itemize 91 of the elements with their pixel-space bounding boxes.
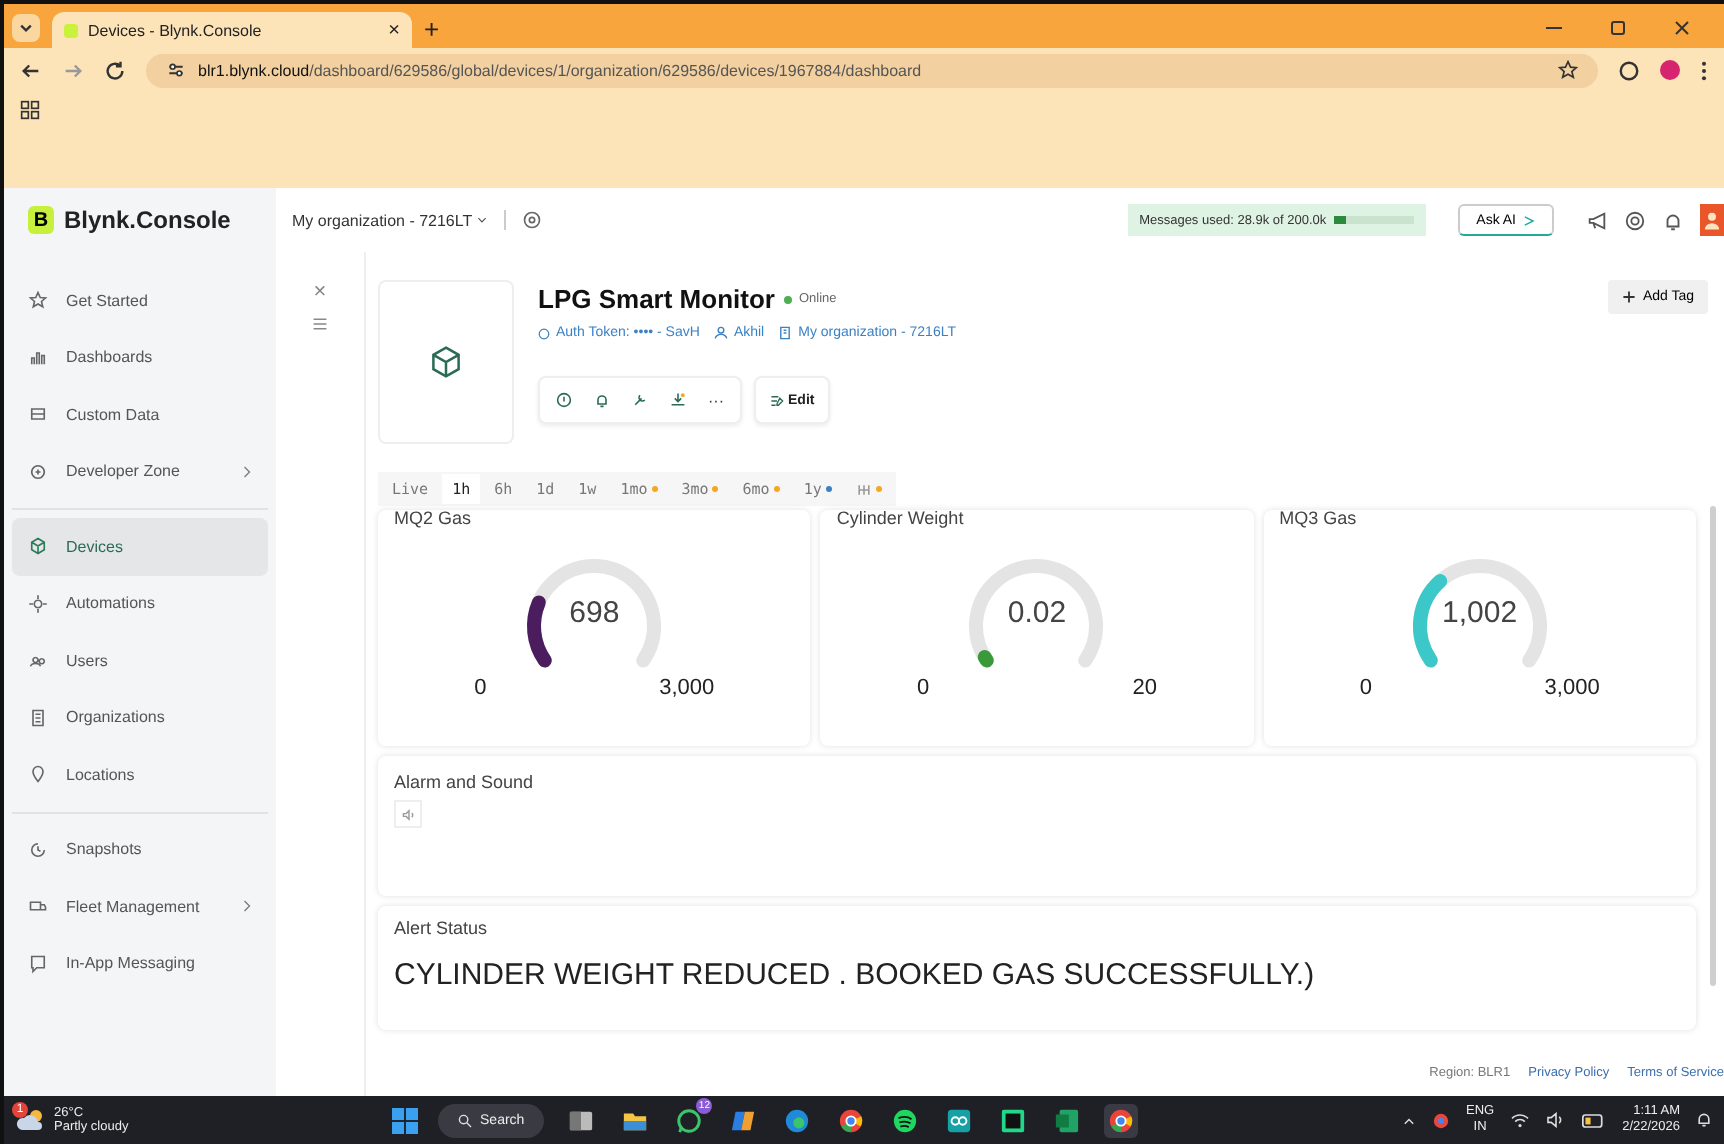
sidebar-item-icon bbox=[28, 593, 48, 614]
gauge-max: 3,000 bbox=[1544, 676, 1600, 700]
custom-range-icon bbox=[855, 481, 872, 497]
device-name: LPG Smart Monitor bbox=[538, 284, 775, 314]
help-icon[interactable] bbox=[1624, 209, 1646, 231]
sidebar-item-icon bbox=[28, 290, 48, 311]
gauge-title: Cylinder Weight bbox=[836, 510, 964, 528]
organization-selector[interactable]: My organization - 7216LT bbox=[292, 211, 489, 229]
sidebar-item[interactable]: Get Started bbox=[12, 272, 268, 329]
restore-icon[interactable] bbox=[1608, 18, 1628, 38]
brand-name: Blynk.Console bbox=[64, 206, 231, 234]
user-icon bbox=[713, 326, 728, 340]
gauge-value: 1,002 bbox=[1440, 596, 1520, 630]
gauge-value: 698 bbox=[567, 596, 622, 630]
notifications-icon[interactable] bbox=[1696, 1112, 1713, 1128]
speaker-button[interactable] bbox=[394, 800, 422, 828]
chrome-tray-icon[interactable] bbox=[1432, 1111, 1450, 1129]
edit-icon bbox=[770, 393, 784, 407]
new-tab-button[interactable]: + bbox=[424, 14, 440, 44]
download-icon[interactable] bbox=[670, 392, 686, 408]
tab-title: Devices - Blynk.Console bbox=[88, 21, 264, 39]
blynk-favicon-icon bbox=[64, 23, 78, 37]
sidebar-item-icon bbox=[28, 839, 48, 860]
chevron-down-icon bbox=[476, 214, 489, 226]
more-menu-icon[interactable] bbox=[1700, 59, 1708, 81]
wrench-icon[interactable] bbox=[632, 392, 648, 408]
info-icon[interactable] bbox=[556, 392, 572, 408]
sidebar-item[interactable]: Users bbox=[12, 632, 268, 689]
gauge-value: 0.02 bbox=[1005, 596, 1069, 630]
gauge-min: 0 bbox=[916, 676, 930, 700]
sidebar-item[interactable]: Snapshots bbox=[12, 821, 268, 878]
plus-icon bbox=[1622, 290, 1637, 304]
bell-icon[interactable] bbox=[594, 392, 610, 408]
sidebar-item-icon bbox=[28, 347, 48, 368]
notification-icon[interactable] bbox=[1662, 209, 1684, 231]
megaphone-icon[interactable] bbox=[1586, 209, 1608, 231]
gauge-min: 0 bbox=[474, 676, 487, 700]
settings-icon[interactable] bbox=[522, 210, 543, 230]
widget-title: Alarm and Sound bbox=[394, 772, 536, 792]
tab-search-icon[interactable] bbox=[12, 14, 40, 42]
sidebar-item-icon bbox=[28, 404, 48, 425]
gauge-max: 20 bbox=[1132, 676, 1157, 700]
site-settings-icon[interactable] bbox=[166, 60, 186, 80]
sidebar-item[interactable]: Developer Zone bbox=[12, 443, 268, 500]
sidebar-item-icon bbox=[28, 536, 48, 557]
user-avatar[interactable] bbox=[1700, 204, 1724, 236]
sidebar-item[interactable]: Automations bbox=[12, 575, 268, 632]
sidebar-item[interactable]: Custom Data bbox=[12, 386, 268, 443]
gauge-track bbox=[527, 559, 662, 668]
cube-icon bbox=[428, 344, 464, 380]
sidebar-item[interactable]: Locations bbox=[12, 746, 268, 803]
chrome-app-icon[interactable] bbox=[1104, 1103, 1139, 1137]
menu-icon[interactable] bbox=[312, 316, 328, 332]
sidebar-item-icon bbox=[28, 764, 48, 785]
sidebar-item-icon bbox=[28, 896, 48, 917]
browser-tab[interactable]: Devices - Blynk.Console × bbox=[52, 12, 412, 48]
sidebar-item[interactable]: Dashboards bbox=[12, 329, 268, 386]
search-icon bbox=[458, 1113, 473, 1127]
apps-grid-icon[interactable] bbox=[20, 100, 40, 120]
sidebar-item-icon bbox=[28, 461, 48, 482]
blynk-logo: B bbox=[28, 206, 54, 234]
building-icon bbox=[778, 326, 793, 340]
gauge-title: MQ2 Gas bbox=[394, 510, 472, 528]
scrollbar[interactable] bbox=[1710, 506, 1716, 986]
start-icon[interactable] bbox=[392, 1107, 419, 1133]
gauge-title: MQ3 Gas bbox=[1279, 510, 1357, 528]
widget-title: Alert Status bbox=[394, 918, 490, 938]
sidebar-item-icon bbox=[28, 707, 48, 728]
sidebar-item[interactable]: Fleet Management bbox=[12, 878, 268, 935]
close-icon[interactable] bbox=[1672, 18, 1692, 38]
profile-avatar[interactable] bbox=[1660, 60, 1680, 80]
speaker-icon bbox=[401, 807, 415, 821]
sidebar-item[interactable]: In-App Messaging bbox=[12, 935, 268, 992]
gauge-track bbox=[970, 559, 1104, 668]
gauge-min: 0 bbox=[1359, 676, 1372, 700]
caret-up-icon[interactable] bbox=[1402, 1113, 1416, 1127]
close-tab-button[interactable]: × bbox=[388, 19, 400, 41]
star-icon[interactable] bbox=[1558, 60, 1578, 80]
gauge-max: 3,000 bbox=[659, 676, 715, 700]
alert-message: CYLINDER WEIGHT REDUCED . BOOKED GAS SUCCESSFULLY.) bbox=[394, 958, 1317, 992]
sidebar-item[interactable]: Devices bbox=[12, 518, 268, 575]
wifi-icon[interactable] bbox=[1510, 1112, 1531, 1128]
address-field[interactable]: blr1.blynk.cloud/dashboard/629586/global/devices/1/organization/629586/devices/1967884/dashboard bbox=[146, 53, 1598, 87]
back-icon[interactable] bbox=[20, 59, 42, 81]
more-button[interactable]: ··· bbox=[708, 391, 724, 409]
sidebar-item-icon bbox=[28, 953, 48, 974]
volume-icon[interactable] bbox=[1546, 1112, 1567, 1128]
reload-icon[interactable] bbox=[104, 59, 126, 81]
battery-icon[interactable] bbox=[1582, 1113, 1607, 1127]
sidebar-item[interactable]: Organizations bbox=[12, 689, 268, 746]
close-panel-button[interactable]: × bbox=[313, 280, 327, 304]
